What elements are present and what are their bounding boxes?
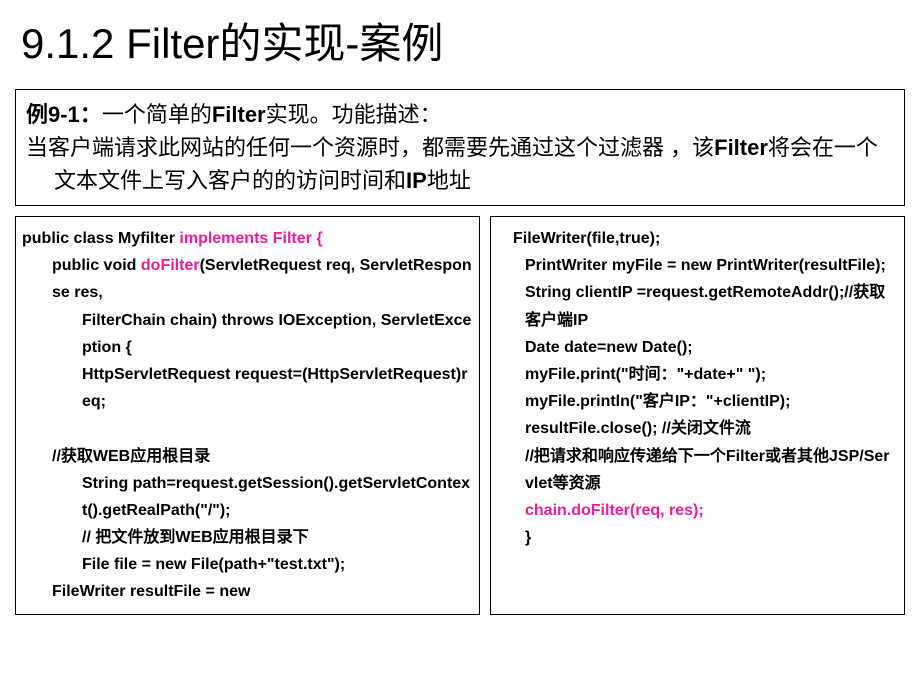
desc-bold-2: Filter [714,135,768,160]
slide-title: 9.1.2 Filter的实现-案例 [15,10,905,71]
code-keyword: doFilter [141,257,200,274]
slide-container: 9.1.2 Filter的实现-案例 例9-1：一个简单的Filter实现。功能… [0,0,920,690]
code-keyword: chain.doFilter(req, res); [497,497,898,524]
desc-text-2c: 地址 [427,168,471,193]
code-comment: //把请求和响应传递给下一个Filter或者其他JSP/Servlet等资源 [497,443,898,497]
code-comment: //获取WEB应用根目录 [22,443,473,470]
code-line: resultFile.close(); //关闭文件流 [497,415,898,442]
desc-bold-1: Filter [212,102,266,127]
code-line: String clientIP =request.getRemoteAddr()… [497,279,898,333]
code-comment: // 把文件放到WEB应用根目录下 [22,524,473,551]
code-line: Date date=new Date(); [497,334,898,361]
desc-text-1: 一个简单的 [102,102,212,127]
code-line: } [497,524,898,551]
example-label: 例9-1： [26,102,102,127]
code-columns: public class Myfilter implements Filter … [15,216,905,615]
code-line: myFile.println("客户IP："+clientIP); [497,388,898,415]
desc-bold-3: IP [406,168,427,193]
code-line: String path=request.getSession().getServ… [22,470,473,524]
code-line: HttpServletRequest request=(HttpServletR… [22,361,473,415]
code-keyword: implements Filter { [179,230,322,247]
code-line: File file = new File(path+"test.txt"); [22,551,473,578]
desc-text-2a: 当客户端请求此网站的任何一个资源时，都需要先通过这个过滤器 ，该 [26,135,714,160]
code-box-left: public class Myfilter implements Filter … [15,216,480,615]
code-text: public void [52,257,141,274]
code-line: FileWriter resultFile = new [22,578,473,605]
code-line: myFile.print("时间："+date+" "); [497,361,898,388]
description-box: 例9-1：一个简单的Filter实现。功能描述： 当客户端请求此网站的任何一个资… [15,89,905,206]
code-box-right: FileWriter(file,true); PrintWriter myFil… [490,216,905,615]
description-line2: 当客户端请求此网站的任何一个资源时，都需要先通过这个过滤器 ，该Filter将会… [26,131,894,197]
code-line: PrintWriter myFile = new PrintWriter(res… [497,252,898,279]
code-line: FileWriter(file,true); [497,225,898,252]
code-line: FilterChain chain) throws IOException, S… [22,307,473,361]
code-line: public void doFilter(ServletRequest req,… [22,252,473,306]
code-text: public class Myfilter [22,230,179,247]
description-line1: 例9-1：一个简单的Filter实现。功能描述： [26,98,894,131]
code-line: public class Myfilter implements Filter … [22,225,473,252]
desc-suffix-1: 实现。功能描述： [266,102,442,127]
code-line-blank [22,415,473,442]
